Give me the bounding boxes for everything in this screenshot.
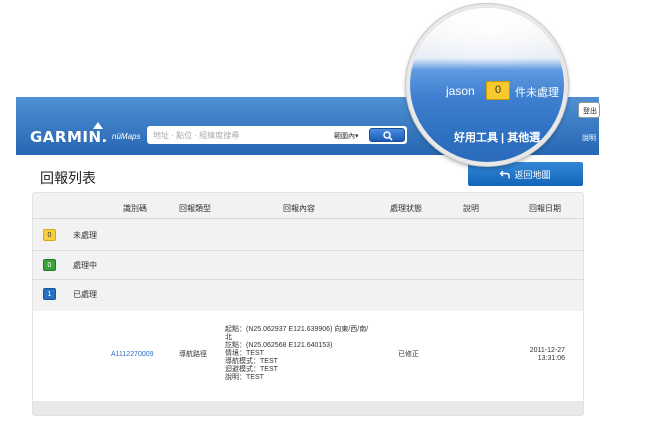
column-header-note[interactable]: 說明 — [463, 203, 479, 214]
report-date-time: 13:31:06 — [537, 355, 565, 362]
garmin-logo-triangle-icon — [93, 122, 103, 129]
report-table: 識別碼 回報類型 回報內容 處理狀態 說明 回報日期 0 未處理 0 處理中 1… — [32, 192, 584, 416]
pending-label: 件未處理 — [515, 87, 559, 99]
column-header-id[interactable]: 識別碼 — [123, 203, 147, 214]
search-input[interactable] — [153, 129, 323, 141]
username-label[interactable]: jason — [446, 84, 475, 98]
back-to-map-label: 返回地圖 — [514, 169, 551, 180]
status-label: 已處理 — [73, 290, 97, 299]
numaps-logo: nüMaps — [112, 132, 141, 141]
column-header-content[interactable]: 回報內容 — [283, 203, 315, 214]
status-count-badge: 1 — [43, 288, 56, 300]
status-row-processing[interactable]: 0 處理中 — [33, 251, 583, 280]
column-header-type[interactable]: 回報類型 — [179, 203, 211, 214]
report-date-day: 2011-12-27 — [529, 347, 565, 354]
page-title: 回報列表 — [40, 171, 96, 187]
garmin-logo[interactable]: GARMIN. — [30, 128, 108, 146]
content-line: 北 — [225, 334, 232, 341]
tools-menu[interactable]: 好用工具 | 其他選 — [454, 129, 540, 145]
table-footer — [33, 401, 583, 415]
search-icon — [383, 131, 393, 141]
content-line: 起點：(N25.062937 E121.639906) 向東/西/南/ — [225, 326, 369, 333]
status-label: 未處理 — [73, 231, 97, 240]
content-line: 迴避模式：TEST — [225, 366, 278, 373]
report-type: 導航路徑 — [179, 351, 207, 358]
report-id-link[interactable]: A1112270009 — [111, 351, 154, 359]
status-count-badge: 0 — [43, 229, 56, 241]
pending-count-badge[interactable]: 0 — [486, 81, 510, 100]
content-line: 說明：TEST — [225, 374, 264, 381]
return-arrow-icon — [500, 170, 511, 178]
report-status: 已修正 — [398, 351, 419, 358]
status-row-processed[interactable]: 1 已處理 — [33, 280, 583, 309]
status-row-unprocessed[interactable]: 0 未處理 — [33, 221, 583, 250]
header-divider — [33, 218, 583, 219]
report-content: 起點：(N25.062937 E121.639906) 向東/西/南/ 北 訖點… — [225, 326, 385, 382]
range-dropdown[interactable]: 範圍內▾ — [334, 131, 359, 141]
content-line: 情境：TEST — [225, 350, 264, 357]
column-header-status[interactable]: 處理狀態 — [390, 203, 422, 214]
search-bar: 範圍內▾ — [147, 126, 407, 144]
search-button[interactable] — [369, 128, 405, 142]
report-date: 2011-12-27 13:31:06 — [521, 347, 565, 363]
magnifier-callout: jason 0 件未處理 好用工具 | 其他選 — [406, 4, 568, 166]
status-count-badge: 0 — [43, 259, 56, 271]
table-row[interactable]: A1112270009 導航路徑 起點：(N25.062937 E121.639… — [33, 311, 583, 401]
help-link[interactable]: 說明 — [582, 133, 596, 143]
status-label: 處理中 — [73, 261, 97, 270]
logout-button[interactable]: 登出 — [578, 102, 600, 118]
content-line: 訖點：(N25.062568 E121.640153) — [225, 342, 333, 349]
column-header-date[interactable]: 回報日期 — [529, 203, 561, 214]
content-line: 導航模式：TEST — [225, 358, 278, 365]
